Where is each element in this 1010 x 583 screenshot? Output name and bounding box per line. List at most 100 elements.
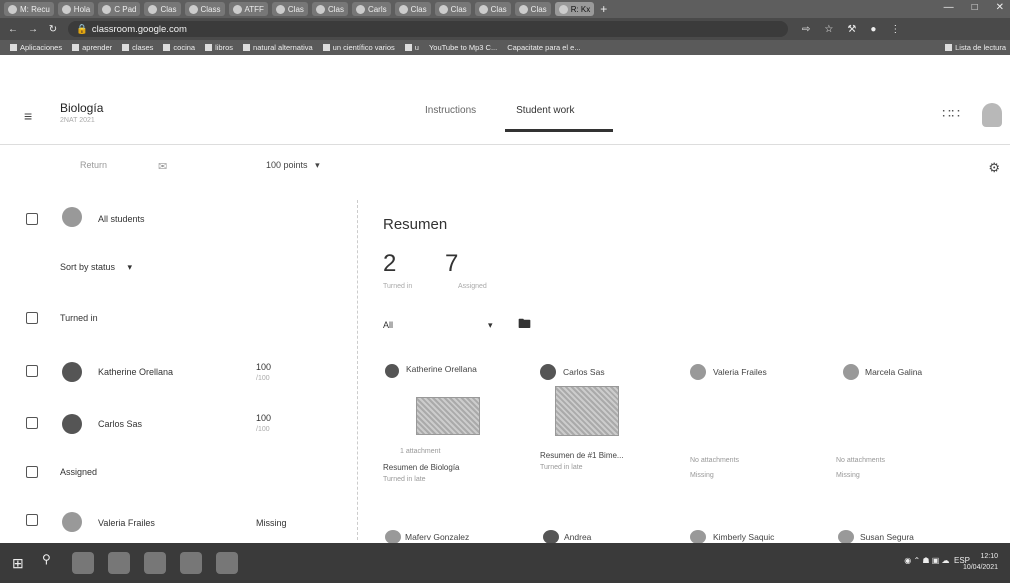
search-icon[interactable]: ⚲ xyxy=(42,552,58,574)
card-attachment-note: 1 attachment xyxy=(400,448,441,455)
points-dropdown[interactable]: 100 points ▾ xyxy=(266,160,320,171)
tab-favicon-icon xyxy=(232,4,242,14)
chrome-taskbar-icon[interactable] xyxy=(108,552,130,574)
browser-tab[interactable]: Clas xyxy=(311,2,348,16)
student-checkbox[interactable] xyxy=(26,417,38,429)
new-tab-button[interactable]: + xyxy=(600,2,607,16)
assigned-count[interactable]: 7 xyxy=(445,250,458,278)
browser-tab[interactable]: Clas xyxy=(271,2,308,16)
student-checkbox[interactable] xyxy=(26,365,38,377)
browser-tab[interactable]: ATFF xyxy=(228,2,268,16)
student-grade[interactable]: 100 xyxy=(256,413,271,423)
return-button[interactable]: Return xyxy=(80,160,107,170)
tab-instructions[interactable]: Instructions xyxy=(425,105,476,116)
app-taskbar-icon[interactable] xyxy=(180,552,202,574)
class-title[interactable]: Biología xyxy=(60,101,103,115)
bookmark-label: natural alternativa xyxy=(253,43,313,52)
bookmark-item[interactable]: un científico varios xyxy=(322,43,395,52)
bookmark-item[interactable]: Capacitate para el e... xyxy=(507,43,580,52)
email-icon[interactable]: ✉ xyxy=(158,160,167,173)
card-file-name[interactable]: Resumen de Biología xyxy=(383,463,460,472)
bookmark-label: libros xyxy=(215,43,234,52)
minimize-icon[interactable]: — xyxy=(944,2,954,13)
card-status: Turned in late xyxy=(540,464,583,471)
turned-in-checkbox[interactable] xyxy=(26,312,38,324)
windows-start-icon[interactable]: ⊞ xyxy=(12,555,28,571)
browser-tab[interactable]: Carls xyxy=(351,2,391,16)
student-checkbox[interactable] xyxy=(26,514,38,526)
select-all-checkbox[interactable] xyxy=(26,213,38,225)
browser-tab[interactable]: Hola xyxy=(57,2,95,16)
card-student-name[interactable]: Katherine Orellana xyxy=(406,364,477,374)
browser-tab[interactable]: Clas xyxy=(514,2,551,16)
back-icon[interactable]: ← xyxy=(6,24,20,35)
tab-label: Clas xyxy=(287,4,304,14)
google-apps-icon[interactable]: ∷∷ xyxy=(942,105,960,122)
card-student-name[interactable]: Andrea xyxy=(564,532,591,542)
card-student-name[interactable]: Susan Segura xyxy=(860,532,914,542)
hamburger-menu-icon[interactable]: ≡ xyxy=(24,108,32,124)
sort-dropdown[interactable]: Sort by status ▾ xyxy=(60,262,132,273)
bookmark-item[interactable]: clases xyxy=(122,43,153,52)
folder-icon[interactable]: 🖿 xyxy=(518,315,531,337)
maximize-icon[interactable]: □ xyxy=(972,2,978,13)
bookmark-item[interactable]: cocina xyxy=(163,43,195,52)
student-name[interactable]: Carlos Sas xyxy=(98,419,142,429)
browser-tab[interactable]: C Pad xyxy=(98,2,141,16)
card-student-name[interactable]: Carlos Sas xyxy=(563,367,605,377)
browser-tab[interactable]: Clas xyxy=(434,2,471,16)
student-name[interactable]: Katherine Orellana xyxy=(98,367,173,377)
browser-tab[interactable]: Class xyxy=(184,2,225,16)
extensions-icon[interactable]: ⚒ xyxy=(847,24,856,35)
reading-list[interactable]: Lista de lectura xyxy=(945,43,1006,52)
browser-tab[interactable]: Clas xyxy=(394,2,431,16)
browser-tab[interactable]: Clas xyxy=(144,2,181,16)
clock[interactable]: 12:10 10/04/2021 xyxy=(963,551,998,573)
app-taskbar-icon[interactable] xyxy=(144,552,166,574)
assigned-checkbox[interactable] xyxy=(26,466,38,478)
bookmark-item[interactable]: aprender xyxy=(72,43,112,52)
card-student-name[interactable]: Valeria Frailes xyxy=(713,367,767,377)
student-grade[interactable]: Missing xyxy=(256,518,287,528)
url-field[interactable]: 🔒 classroom.google.com xyxy=(68,21,788,37)
bookmark-item[interactable]: u xyxy=(404,43,419,52)
reload-icon[interactable]: ↻ xyxy=(46,24,60,35)
student-grade[interactable]: 100 xyxy=(256,362,271,372)
tab-student-work[interactable]: Student work xyxy=(516,105,574,116)
account-avatar[interactable] xyxy=(982,103,1002,127)
tab-label: Clas xyxy=(160,4,177,14)
settings-gear-icon[interactable]: ⚙ xyxy=(988,160,1000,176)
card-student-name[interactable]: Kimberly Saquic xyxy=(713,532,774,542)
card-file-name[interactable]: Resumen de #1 Bime... xyxy=(540,451,624,460)
system-tray[interactable]: ◉ ⌃ ☗ ▣ ☁ ESP xyxy=(904,556,970,565)
forward-icon[interactable]: → xyxy=(26,24,40,35)
star-icon[interactable]: ☆ xyxy=(824,24,833,35)
share-icon[interactable]: ⇨ xyxy=(802,24,810,35)
browser-tab[interactable]: Clas xyxy=(474,2,511,16)
profile-icon[interactable]: ● xyxy=(870,24,876,35)
bookmark-item[interactable]: natural alternativa xyxy=(243,43,313,52)
attachment-thumbnail[interactable] xyxy=(555,386,619,436)
filter-dropdown[interactable]: All ▾ xyxy=(383,320,493,331)
turned-in-count[interactable]: 2 xyxy=(383,250,396,278)
tab-favicon-icon xyxy=(61,4,71,14)
bookmark-item[interactable]: YouTube to Mp3 C... xyxy=(429,43,497,52)
tab-favicon-icon xyxy=(558,4,568,14)
browser-tab[interactable]: M: Recu xyxy=(4,2,54,16)
word-taskbar-icon[interactable] xyxy=(216,552,238,574)
panel-divider[interactable] xyxy=(357,200,358,540)
bookmark-item[interactable]: Aplicaciones xyxy=(10,43,62,52)
card-student-name[interactable]: Marcela Galina xyxy=(865,367,922,377)
card-status: Missing xyxy=(836,472,860,479)
tab-label: Hola xyxy=(73,4,91,14)
tab-label: ATFF xyxy=(244,4,264,14)
browser-tab-active[interactable]: R: Kx xyxy=(554,2,595,16)
card-student-name[interactable]: Maferv Gonzalez xyxy=(405,532,469,542)
bookmark-item[interactable]: libros xyxy=(205,43,233,52)
close-icon[interactable]: ✕ xyxy=(996,2,1004,13)
task-view-icon[interactable] xyxy=(72,552,94,574)
menu-dots-icon[interactable]: ⋮ xyxy=(890,24,900,35)
student-name[interactable]: Valeria Frailes xyxy=(98,518,155,528)
tab-label: C Pad xyxy=(114,4,137,14)
attachment-thumbnail[interactable] xyxy=(416,397,480,435)
